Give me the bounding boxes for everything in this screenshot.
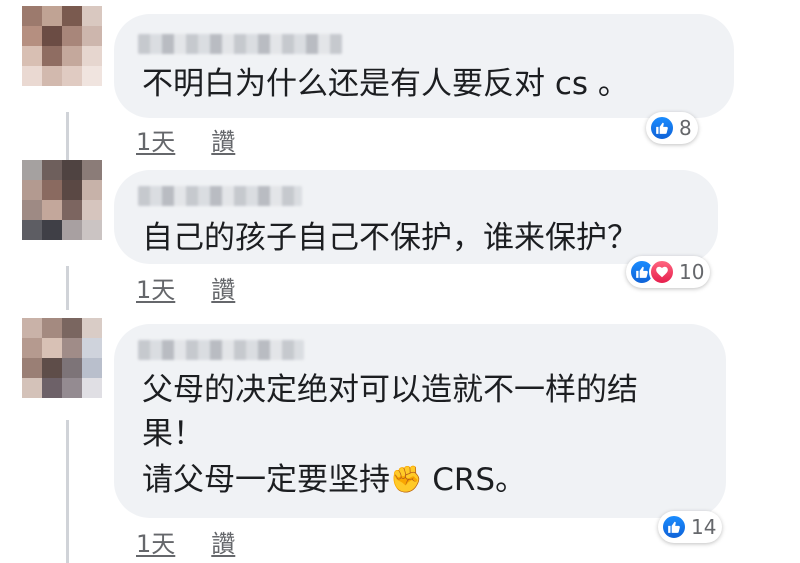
reaction-count: 8 <box>679 116 692 140</box>
avatar[interactable] <box>22 160 102 240</box>
like-button[interactable]: 讚 <box>211 524 235 559</box>
like-thumb-icon <box>649 115 675 141</box>
comment-text: 自己的孩子自己不保护，谁来保护？ <box>142 220 638 256</box>
comment-meta: 1天 讚 <box>136 270 235 305</box>
love-heart-icon <box>649 259 675 285</box>
raised-fist-emoji-icon: ✊ <box>390 465 423 495</box>
thread-line <box>66 420 69 563</box>
comment-meta: 1天 讚 <box>136 122 235 157</box>
like-thumb-icon <box>661 514 687 540</box>
comment-text: 不明白为什么还是有人要反对 cs 。 <box>142 66 629 102</box>
reaction-summary[interactable]: 14 <box>658 511 723 543</box>
like-button[interactable]: 讚 <box>211 270 235 305</box>
comment-text-part: 请父母一定要坚持 <box>142 462 390 498</box>
reaction-summary[interactable]: 8 <box>646 112 698 144</box>
comment-meta: 1天 讚 <box>136 524 235 559</box>
thread-line <box>66 112 69 160</box>
comment-text-line-3: 请父母一定要坚持✊ CRS。 <box>142 458 526 502</box>
reaction-count: 14 <box>691 515 717 539</box>
reaction-count: 10 <box>679 260 705 284</box>
comment-text-line-1: 父母的决定绝对可以造就不一样的结 <box>142 372 638 408</box>
thread-line <box>66 266 69 310</box>
comment-text-part: CRS。 <box>422 462 527 498</box>
avatar[interactable] <box>22 318 102 398</box>
comment-3: 父母的决定绝对可以造就不一样的结 果！ 请父母一定要坚持✊ CRS。 14 1天… <box>0 310 800 563</box>
timestamp[interactable]: 1天 <box>136 122 175 157</box>
avatar[interactable] <box>22 6 102 86</box>
comment-2: 自己的孩子自己不保护，谁来保护？ 10 1天 讚 <box>0 160 800 310</box>
like-button[interactable]: 讚 <box>211 122 235 157</box>
commenter-name[interactable] <box>138 34 342 54</box>
commenter-name[interactable] <box>138 186 302 206</box>
comment-text-line-2: 果！ <box>142 416 204 452</box>
timestamp[interactable]: 1天 <box>136 270 175 305</box>
reaction-summary[interactable]: 10 <box>626 256 711 288</box>
comment-bubble: 自己的孩子自己不保护，谁来保护？ <box>114 170 718 264</box>
comment-bubble: 父母的决定绝对可以造就不一样的结 果！ 请父母一定要坚持✊ CRS。 <box>114 324 726 518</box>
timestamp[interactable]: 1天 <box>136 524 175 559</box>
comment-bubble: 不明白为什么还是有人要反对 cs 。 <box>114 14 734 118</box>
commenter-name[interactable] <box>138 340 304 360</box>
comment-1: 不明白为什么还是有人要反对 cs 。 8 1天 讚 <box>0 0 800 160</box>
